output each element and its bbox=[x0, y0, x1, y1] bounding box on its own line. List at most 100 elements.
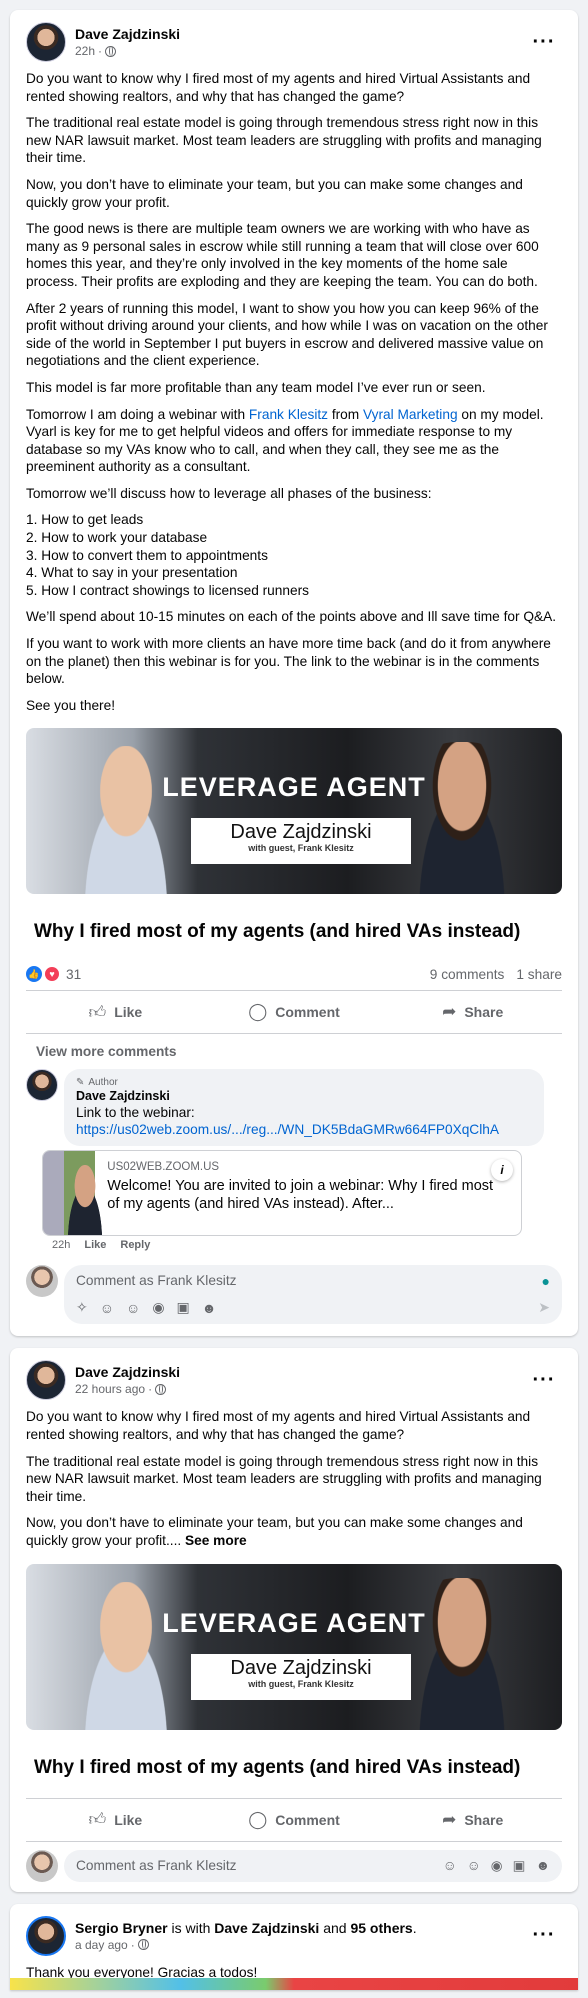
globe-icon bbox=[105, 45, 117, 57]
more-options-button[interactable]: ··· bbox=[526, 1918, 562, 1954]
author-badge: Author bbox=[88, 1077, 118, 1089]
share-arrow-icon: ➦ bbox=[442, 1002, 457, 1022]
banner-brand: LEVERAGE AGENT bbox=[162, 772, 426, 803]
preview-thumbnail bbox=[43, 1151, 110, 1236]
thumbs-up-icon: 👍︎ bbox=[88, 1002, 107, 1022]
banner-nameplate: Dave Zajdzinski with guest, Frank Klesit… bbox=[191, 818, 411, 865]
post-card: Sergio Bryner is with Dave Zajdzinski an… bbox=[10, 1903, 578, 1990]
post-time[interactable]: a day ago bbox=[75, 1937, 128, 1953]
list-item: 3. How to convert them to appointments bbox=[26, 547, 268, 563]
mention-link[interactable]: Vyral Marketing bbox=[363, 407, 458, 422]
avatar[interactable] bbox=[26, 1915, 66, 1956]
banner-brand: LEVERAGE AGENT bbox=[162, 1607, 426, 1638]
post-paragraph: The traditional real estate model is goi… bbox=[26, 1453, 542, 1504]
share-button[interactable]: ➦ Share bbox=[383, 1803, 562, 1837]
sticker-icon[interactable]: ✧ bbox=[76, 1299, 88, 1316]
reactions[interactable]: 👍 ♥ 31 bbox=[26, 966, 81, 983]
preview-description: Welcome! You are invited to join a webin… bbox=[107, 1178, 494, 1213]
gif-icon[interactable]: ▣ bbox=[513, 1858, 526, 1874]
see-more-link[interactable]: See more bbox=[185, 1533, 247, 1548]
post-card: Dave Zajdzinski 22h · ··· Do you want to … bbox=[10, 10, 578, 1337]
list-item: 4. What to say in your presentation bbox=[26, 565, 238, 581]
avatar-sticker-icon[interactable]: ☺ bbox=[443, 1858, 457, 1874]
link-banner-image[interactable]: LEVERAGE AGENT Dave Zajdzinski with gues… bbox=[26, 728, 562, 895]
shares-count[interactable]: 1 share bbox=[516, 967, 562, 982]
post-author[interactable]: Dave Zajdzinski bbox=[75, 1363, 526, 1381]
avatar[interactable] bbox=[26, 1069, 58, 1102]
sticker-face-icon[interactable]: ☻ bbox=[536, 1858, 550, 1874]
more-options-button[interactable]: ··· bbox=[526, 24, 562, 60]
sticker-face-icon[interactable]: ☻ bbox=[202, 1300, 217, 1316]
banner-nameplate: Dave Zajdzinski with guest, Frank Klesit… bbox=[191, 1653, 411, 1700]
post-paragraph: The traditional real estate model is goi… bbox=[26, 115, 542, 166]
comment-footer: 22h Like Reply bbox=[10, 1236, 578, 1251]
share-button[interactable]: ➦ Share bbox=[383, 995, 562, 1029]
camera-icon[interactable]: ◉ bbox=[152, 1299, 164, 1316]
post-time[interactable]: 22h bbox=[75, 43, 95, 59]
link-preview-card[interactable]: US02WEB.ZOOM.US Welcome! You are invited… bbox=[42, 1150, 522, 1237]
emoji-icon[interactable]: ☺ bbox=[467, 1858, 481, 1874]
comments-count[interactable]: 9 comments bbox=[430, 967, 505, 982]
post-card: Dave Zajdzinski 22 hours ago · ··· Do you… bbox=[10, 1348, 578, 1892]
speech-bubble-icon: ◯ bbox=[248, 1809, 268, 1829]
comment-composer: Comment as Frank Klesitz ● ✧ ☺ ☺ ◉ ▣ ☻ ➤ bbox=[10, 1251, 578, 1336]
post-paragraph: After 2 years of running this model, I w… bbox=[26, 300, 548, 369]
post-author-line: Sergio Bryner is with Dave Zajdzinski an… bbox=[75, 1919, 417, 1936]
list-item: 2. How to work your database bbox=[26, 530, 208, 546]
comment-text: Link to the webinar: bbox=[76, 1105, 195, 1121]
tagged-user[interactable]: Dave Zajdzinski bbox=[214, 1920, 319, 1936]
avatar[interactable] bbox=[26, 1849, 58, 1882]
post-paragraph: Do you want to know why I fired most of … bbox=[26, 1409, 531, 1442]
comment-author[interactable]: Dave Zajdzinski bbox=[76, 1088, 532, 1104]
link-title[interactable]: Why I fired most of my agents (and hired… bbox=[10, 1730, 578, 1798]
post-author[interactable]: Dave Zajdzinski bbox=[75, 25, 526, 43]
post-body: Do you want to know why I fired most of … bbox=[10, 62, 578, 714]
comment-input[interactable]: Comment as Frank Klesitz ● ✧ ☺ ☺ ◉ ▣ ☻ ➤ bbox=[64, 1265, 562, 1325]
comment-button[interactable]: ◯ Comment bbox=[205, 1803, 384, 1837]
like-reaction-icon: 👍 bbox=[26, 966, 42, 983]
action-bar: 👍︎ Like ◯ Comment ➦ Share bbox=[26, 1797, 562, 1842]
post-header: Dave Zajdzinski 22 hours ago · ··· bbox=[10, 1348, 578, 1401]
post-photo[interactable] bbox=[10, 1977, 578, 1990]
post-header: Sergio Bryner is with Dave Zajdzinski an… bbox=[10, 1904, 578, 1956]
avatar[interactable] bbox=[26, 22, 66, 62]
link-title[interactable]: Why I fired most of my agents (and hired… bbox=[10, 894, 578, 944]
mention-link[interactable]: Frank Klesitz bbox=[249, 407, 328, 422]
like-button[interactable]: 👍︎ Like bbox=[26, 995, 205, 1029]
avatar-sticker-icon[interactable]: ☺ bbox=[100, 1300, 114, 1316]
post-paragraph: See you there! bbox=[26, 697, 116, 713]
comment-time[interactable]: 22h bbox=[52, 1239, 70, 1251]
comment-like-button[interactable]: Like bbox=[84, 1239, 106, 1251]
list-item: 1. How to get leads bbox=[26, 512, 144, 528]
post-time[interactable]: 22 hours ago bbox=[75, 1381, 145, 1397]
gif-icon[interactable]: ▣ bbox=[177, 1299, 190, 1316]
more-options-button[interactable]: ··· bbox=[526, 1362, 562, 1398]
comment-input[interactable]: Comment as Frank Klesitz ☺ ☺ ◉ ▣ ☻ bbox=[64, 1849, 562, 1882]
comment-composer: Comment as Frank Klesitz ☺ ☺ ◉ ▣ ☻ bbox=[10, 1842, 578, 1892]
list-item: 5. How I contract showings to licensed r… bbox=[26, 582, 310, 598]
guest-photo bbox=[402, 1577, 522, 1730]
comment-link[interactable]: https://us02web.zoom.us/.../reg.../WN_DK… bbox=[76, 1121, 532, 1138]
guest-photo bbox=[402, 742, 522, 895]
status-dot-icon: ● bbox=[541, 1273, 550, 1290]
like-button[interactable]: 👍︎ Like bbox=[26, 1803, 205, 1837]
post-author[interactable]: Sergio Bryner bbox=[75, 1920, 168, 1936]
send-icon[interactable]: ➤ bbox=[538, 1299, 550, 1316]
avatar[interactable] bbox=[26, 1360, 66, 1401]
post-paragraph: Tomorrow I am doing a webinar with Frank… bbox=[26, 406, 544, 475]
comment-reply-button[interactable]: Reply bbox=[120, 1239, 150, 1251]
avatar[interactable] bbox=[26, 1265, 58, 1298]
post-paragraph: If you want to work with more clients an… bbox=[26, 636, 551, 687]
globe-icon bbox=[155, 1383, 167, 1395]
comment: ✎ Author Dave Zajdzinski Link to the webi… bbox=[10, 1065, 578, 1147]
camera-icon[interactable]: ◉ bbox=[491, 1858, 503, 1874]
emoji-icon[interactable]: ☺ bbox=[126, 1300, 140, 1316]
post-list: 1. How to get leads 2. How to work your … bbox=[26, 511, 562, 599]
view-more-comments-link[interactable]: View more comments bbox=[10, 1034, 578, 1065]
preview-domain: US02WEB.ZOOM.US bbox=[107, 1161, 220, 1174]
reaction-count[interactable]: 31 bbox=[66, 967, 81, 982]
comment-button[interactable]: ◯ Comment bbox=[205, 995, 384, 1029]
link-banner-image[interactable]: LEVERAGE AGENT Dave Zajdzinski with gues… bbox=[26, 1563, 562, 1730]
tagged-others[interactable]: 95 others bbox=[350, 1920, 412, 1936]
share-arrow-icon: ➦ bbox=[442, 1809, 457, 1829]
